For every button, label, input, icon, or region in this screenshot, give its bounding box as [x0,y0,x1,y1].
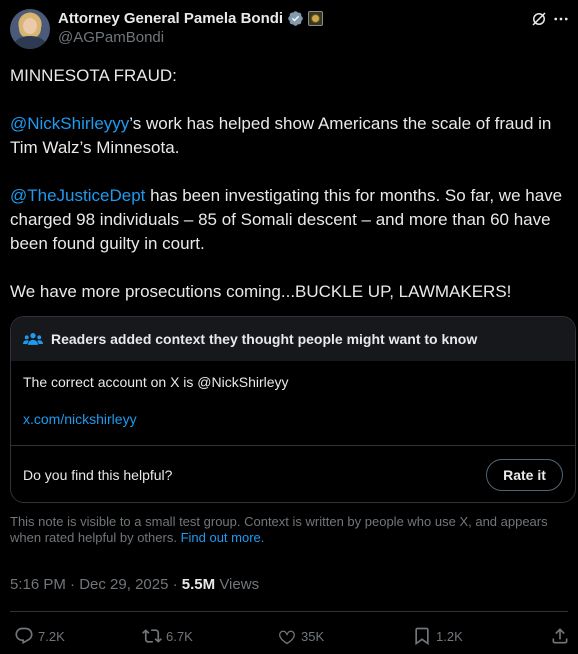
repost-button[interactable]: 6.7K [142,626,277,646]
community-note-body: The correct account on X is @NickShirley… [11,361,575,427]
author-handle[interactable]: @AGPamBondi [58,29,164,46]
views-count: 5.5M [181,576,216,593]
community-note: Readers added context they thought peopl… [10,316,576,503]
tweet-paragraph-2: @NickShirleyyy’s work has helped show Am… [10,114,552,157]
avatar[interactable] [10,9,50,49]
bookmark-count: 1.2K [436,628,463,644]
tweet-date[interactable]: Dec 29, 2025 [79,576,168,593]
like-count: 35K [301,628,325,644]
divider [10,611,568,612]
tweet-meta: 5:16 PM · Dec 29, 2025 · 5.5M Views [10,576,260,593]
action-bar: 7.2K 6.7K 35K 1.2K [14,624,572,648]
repost-count: 6.7K [166,628,193,644]
share-button[interactable] [550,626,570,646]
reply-count: 7.2K [38,628,65,644]
tweet-text: MINNESOTA FRAUD: @NickShirleyyy’s work h… [10,64,570,304]
reply-icon [15,627,33,645]
rate-it-button[interactable]: Rate it [486,458,563,491]
people-icon [23,333,43,345]
verified-gray-icon [288,11,303,26]
find-out-more-link[interactable]: Find out more. [181,530,265,545]
tweet-header: Attorney General Pamela Bondi @AGPamBond… [10,8,568,50]
tweet-line-heading: MINNESOTA FRAUD: [10,66,177,85]
community-note-text: The correct account on X is @NickShirley… [23,374,289,390]
author-display-name[interactable]: Attorney General Pamela Bondi [58,10,283,27]
reply-button[interactable]: 7.2K [14,626,142,646]
heart-icon [279,630,295,645]
helpful-question: Do you find this helpful? [23,466,173,483]
views-label: Views [215,576,260,593]
name-row: Attorney General Pamela Bondi [58,10,324,27]
mention-link[interactable]: @NickShirleyyy [10,114,129,133]
affiliation-badge-icon[interactable] [308,11,324,26]
tweet-paragraph-3: @TheJusticeDept has been investigating t… [10,186,563,253]
tweet-paragraph-4: We have more prosecutions coming...BUCKL… [10,282,512,301]
community-note-footer: Do you find this helpful? Rate it [11,445,575,502]
repost-icon [142,629,162,643]
bookmark-button[interactable]: 1.2K [412,626,550,646]
tweet-time[interactable]: 5:16 PM [10,576,66,593]
share-icon [552,628,568,644]
community-note-header[interactable]: Readers added context they thought peopl… [11,317,575,361]
community-note-link[interactable]: x.com/nickshirleyy [23,411,563,427]
more-options-icon[interactable] [552,10,570,28]
community-note-title: Readers added context they thought peopl… [51,331,478,347]
grok-icon[interactable] [530,10,548,28]
note-disclaimer: This note is visible to a small test gro… [10,514,548,545]
like-button[interactable]: 35K [277,626,412,646]
bookmark-icon [415,627,429,646]
mention-link[interactable]: @TheJusticeDept [10,186,145,205]
